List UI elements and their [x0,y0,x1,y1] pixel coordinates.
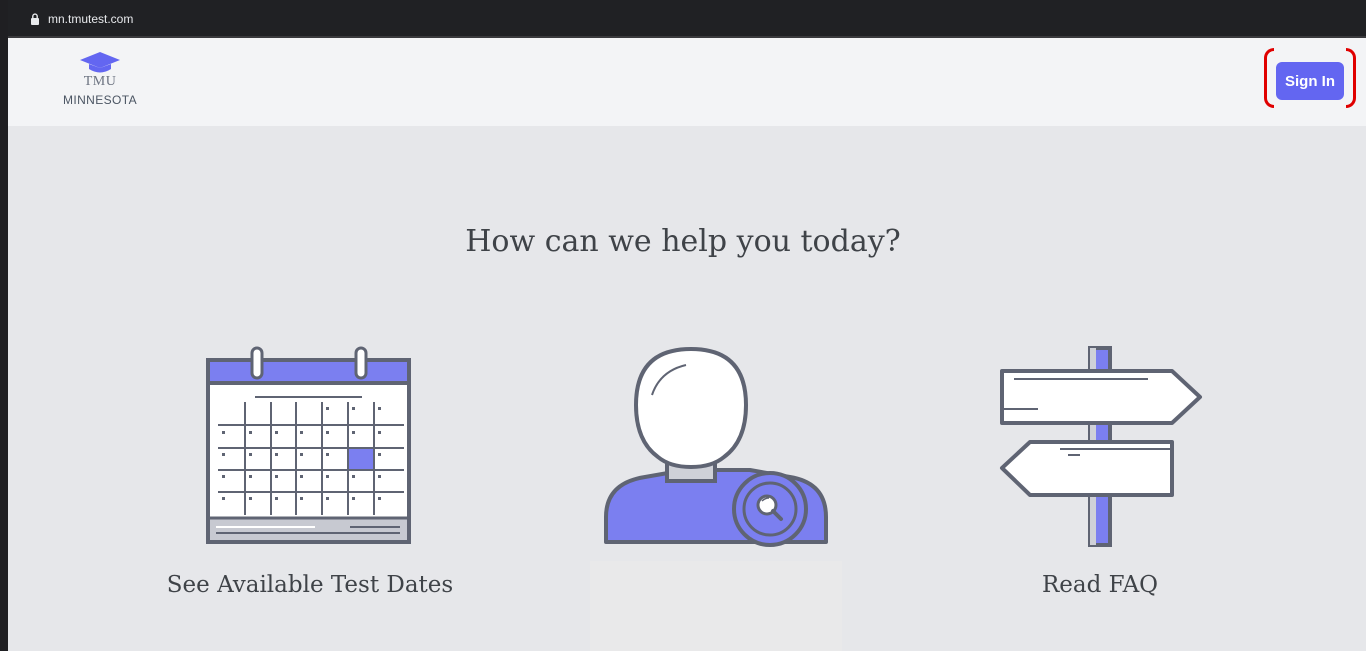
card-faq[interactable]: Read FAQ [990,345,1210,605]
page-title: How can we help you today? [465,224,901,260]
card-label-test-dates: See Available Test Dates [166,572,454,598]
user-search-icon [604,346,828,547]
sign-in-button[interactable]: Sign In [1276,62,1344,100]
card-label-placeholder [590,561,842,651]
card-profile-search[interactable] [590,345,842,651]
lock-icon [31,13,39,25]
signpost-icon [1000,346,1202,547]
url-text: mn.tmutest.com [48,12,134,26]
card-test-dates[interactable]: See Available Test Dates [150,345,470,605]
highlight-bracket-left [1264,48,1274,108]
logo-state-text: MINNESOTA [62,93,138,107]
card-label-faq: Read FAQ [1041,572,1159,598]
calendar-icon [206,346,411,544]
graduation-cap-icon [80,52,120,73]
browser-url-bar[interactable]: mn.tmutest.com [8,0,1366,38]
url-field[interactable]: mn.tmutest.com [30,11,133,27]
sign-in-highlight: Sign In [1264,48,1356,110]
top-navigation: TMU MINNESOTA Sign In [8,38,1366,126]
logo-tmu-text: TMU [83,74,117,89]
site-logo[interactable]: TMU MINNESOTA [52,50,148,107]
highlight-bracket-right [1346,48,1356,108]
